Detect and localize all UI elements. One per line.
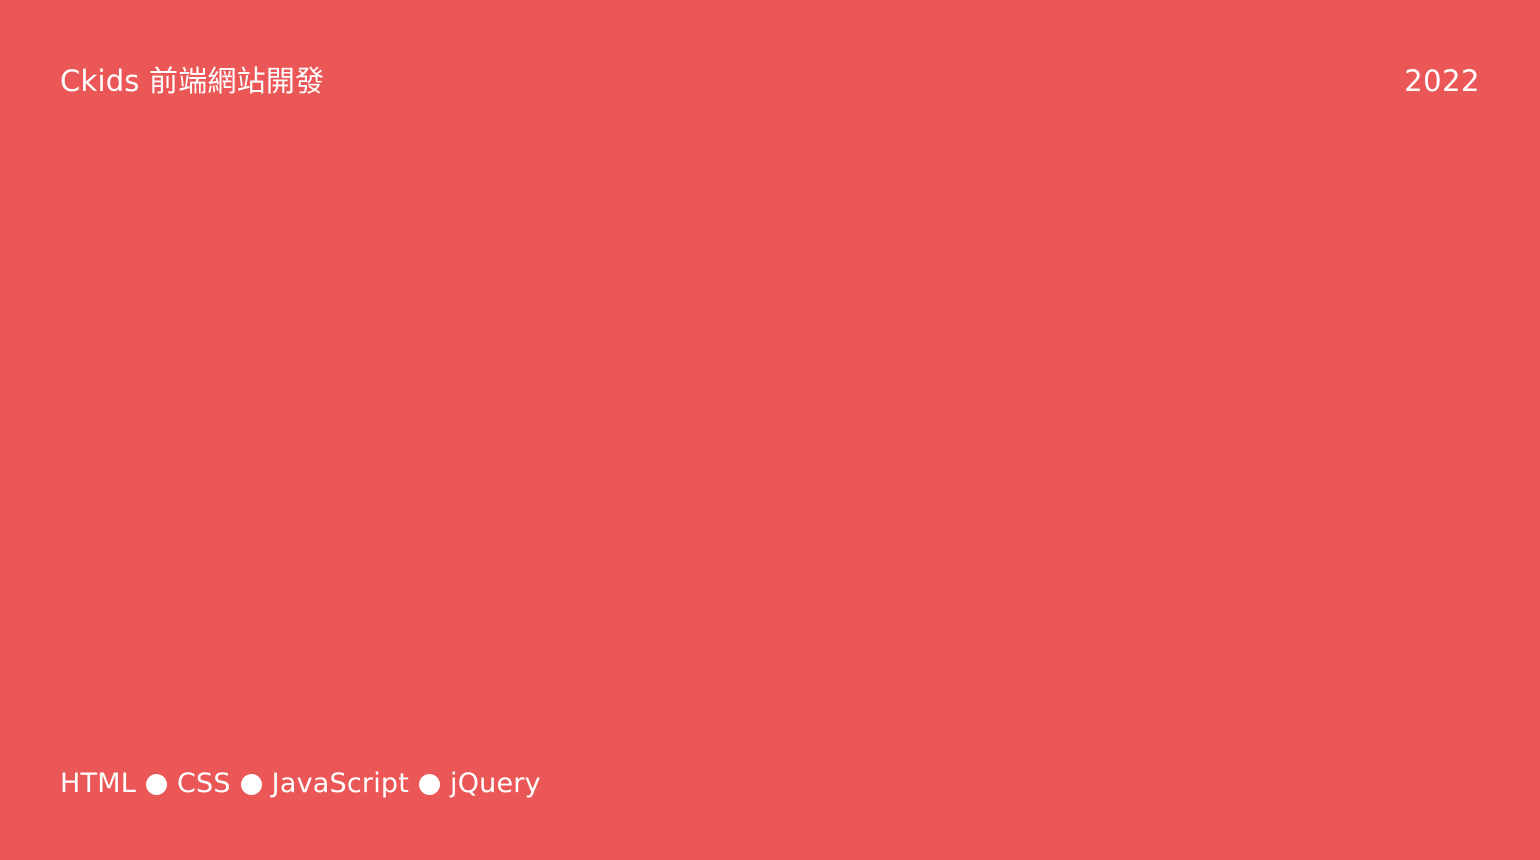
dot-icon	[419, 773, 441, 795]
dot-icon	[145, 773, 167, 795]
header: Ckids 前端網站開發 2022	[60, 60, 1480, 102]
page-title: Ckids 前端網站開發	[60, 64, 325, 98]
tech-stack-item-html: HTML	[60, 768, 136, 799]
year-label: 2022	[1404, 64, 1480, 98]
tech-stack-item-jquery: jQuery	[450, 768, 541, 799]
dot-icon	[240, 773, 262, 795]
tech-stack-item-css: CSS	[176, 768, 231, 799]
tech-stack-item-javascript: JavaScript	[271, 768, 410, 799]
tech-stack-list: HTML CSS JavaScript jQuery	[60, 765, 541, 803]
